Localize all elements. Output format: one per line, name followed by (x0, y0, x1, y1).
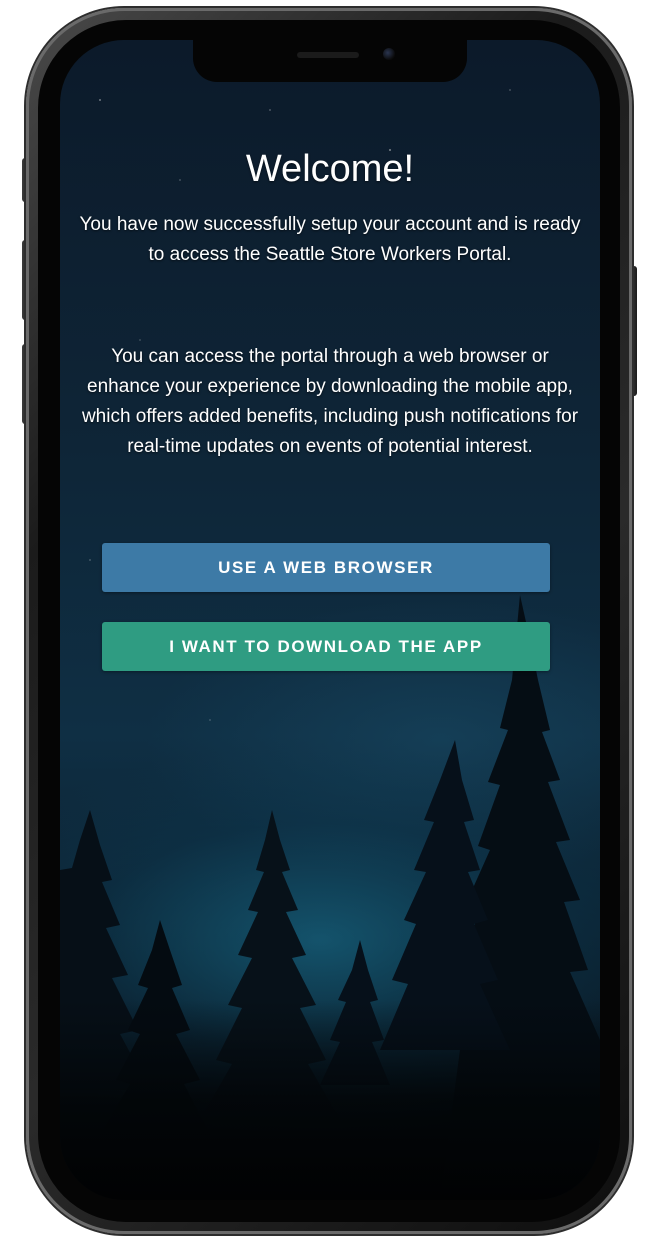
download-app-button[interactable]: I WANT TO DOWNLOAD THE APP (102, 622, 550, 671)
phone-mockup: Welcome! You have now successfully setup… (0, 0, 646, 1241)
access-options-message: You can access the portal through a web … (81, 346, 579, 457)
earpiece-speaker (297, 52, 359, 58)
setup-success-message: You have now successfully setup your acc… (79, 214, 581, 265)
device-notch (193, 40, 467, 82)
welcome-title: Welcome! (245, 148, 415, 190)
front-camera (383, 48, 395, 60)
use-web-browser-button[interactable]: USE A WEB BROWSER (102, 543, 550, 592)
app-screen: Welcome! You have now successfully setup… (60, 40, 600, 1200)
